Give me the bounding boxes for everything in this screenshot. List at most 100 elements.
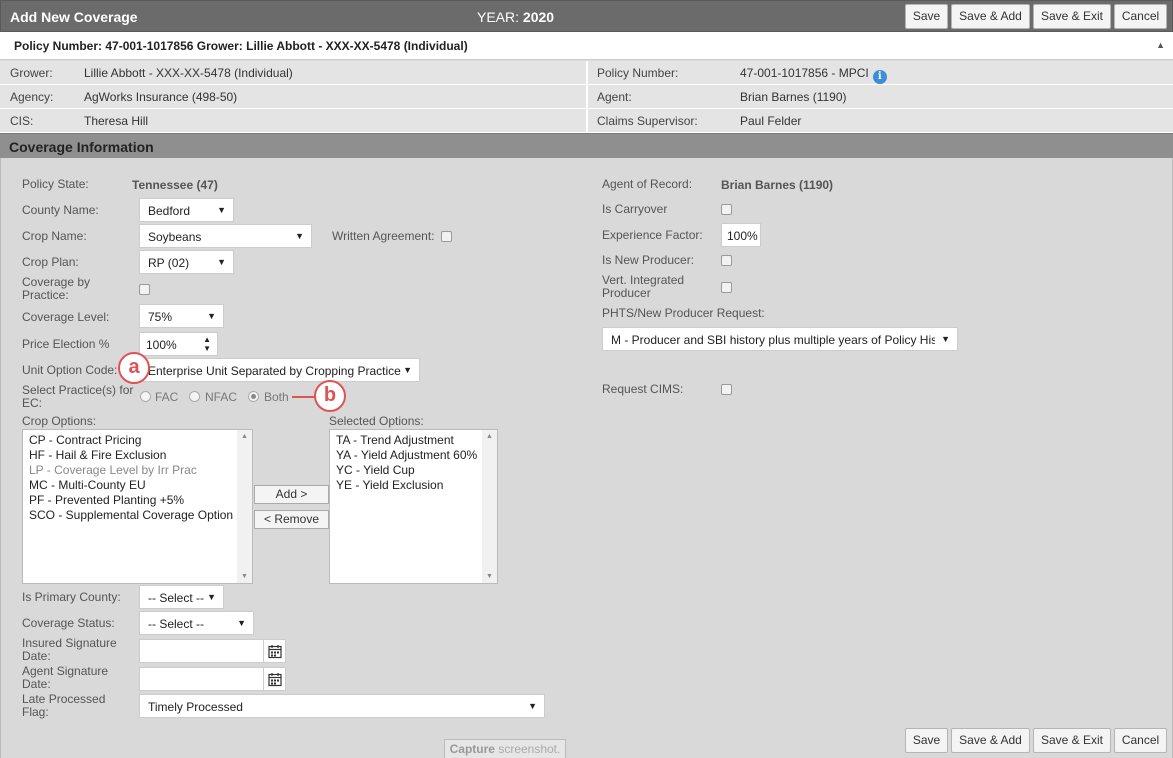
save-button[interactable]: Save <box>905 4 948 29</box>
page-title: Add New Coverage <box>10 9 138 25</box>
coverage-by-practice-checkbox[interactable] <box>139 284 150 295</box>
unit-option-code-select[interactable]: Enterprise Unit Separated by Cropping Pr… <box>139 358 420 382</box>
agent-signature-date-input[interactable] <box>139 667 264 691</box>
written-agreement-checkbox[interactable] <box>441 231 452 242</box>
capture-screenshot-button[interactable]: Capture screenshot. <box>444 739 566 758</box>
unit-option-code-label: Unit Option Code: <box>22 363 118 377</box>
chevron-down-icon: ▼ <box>207 311 216 321</box>
annotation-connector <box>292 396 316 398</box>
triangle-up-icon[interactable]: ▲ <box>1156 40 1165 50</box>
policy-summary-text: Policy Number: 47-001-1017856 Grower: Li… <box>14 39 468 53</box>
remove-option-button[interactable]: < Remove <box>254 510 329 529</box>
list-item[interactable]: PF - Prevented Planting +5% <box>29 493 184 507</box>
list-item[interactable]: CP - Contract Pricing <box>29 433 141 447</box>
save-add-button-bottom[interactable]: Save & Add <box>951 728 1030 753</box>
chevron-down-icon: ▼ <box>403 365 412 375</box>
request-cims-checkbox[interactable] <box>721 384 732 395</box>
agent-label: Agent: <box>597 90 632 104</box>
new-producer-label: Is New Producer: <box>602 253 695 267</box>
crop-name-label: Crop Name: <box>22 229 87 243</box>
list-item[interactable]: YE - Yield Exclusion <box>336 478 443 492</box>
carryover-checkbox[interactable] <box>721 204 732 215</box>
list-item[interactable]: YA - Yield Adjustment 60% <box>336 448 477 462</box>
crop-options-scrollbar[interactable]: ▲ ▼ <box>237 430 252 583</box>
list-item[interactable]: SCO - Supplemental Coverage Option <box>29 508 233 522</box>
spinner-icon[interactable]: ▲ ▼ <box>203 335 211 353</box>
new-producer-checkbox[interactable] <box>721 255 732 266</box>
annotation-marker-a: a <box>118 352 150 384</box>
chevron-down-icon: ▼ <box>217 257 226 267</box>
grower-value: Lillie Abbott - XXX-XX-5478 (Individual) <box>84 66 293 80</box>
insured-signature-date-input[interactable] <box>139 639 264 663</box>
experience-factor-input[interactable]: 100% <box>721 223 761 247</box>
price-election-stepper[interactable]: 100% ▲ ▼ <box>139 332 218 356</box>
cancel-button-bottom[interactable]: Cancel <box>1114 728 1167 753</box>
coverage-level-select[interactable]: 75% ▼ <box>139 304 224 328</box>
coverage-by-practice-label: Coverage by Practice: <box>22 275 91 302</box>
policy-number-value: 47-001-1017856 - MPCI i <box>740 66 887 84</box>
calendar-icon[interactable] <box>264 639 286 663</box>
claims-supervisor-label: Claims Supervisor: <box>597 114 698 128</box>
phts-request-label: PHTS/New Producer Request: <box>602 306 765 320</box>
grower-label: Grower: <box>10 66 53 80</box>
selected-options-label: Selected Options: <box>329 414 424 428</box>
save-button-bottom[interactable]: Save <box>905 728 948 753</box>
coverage-status-label: Coverage Status: <box>22 616 115 630</box>
agent-of-record-label: Agent of Record: <box>602 177 693 191</box>
list-item[interactable]: HF - Hail & Fire Exclusion <box>29 448 166 462</box>
practice-both-label: Both <box>264 390 289 404</box>
county-name-label: County Name: <box>22 203 99 217</box>
request-cims-label: Request CIMS: <box>602 382 684 396</box>
chevron-down-icon: ▼ <box>941 334 950 344</box>
primary-county-label: Is Primary County: <box>22 590 121 604</box>
list-item[interactable]: LP - Coverage Level by Irr Prac <box>29 463 197 477</box>
chevron-down-icon: ▼ <box>295 231 304 241</box>
agency-value: AgWorks Insurance (498-50) <box>84 90 238 104</box>
calendar-icon[interactable] <box>264 667 286 691</box>
chevron-down-icon: ▼ <box>528 701 537 711</box>
vert-integrated-checkbox[interactable] <box>721 282 732 293</box>
coverage-level-label: Coverage Level: <box>22 310 110 324</box>
info-row-cis: CIS: Theresa Hill Claims Supervisor: Pau… <box>0 109 1173 133</box>
late-processed-flag-select[interactable]: Timely Processed ▼ <box>139 694 545 718</box>
select-practice-label: Select Practice(s) for EC: <box>22 383 134 410</box>
policy-state-value: Tennessee (47) <box>132 178 218 192</box>
crop-plan-select[interactable]: RP (02) ▼ <box>139 250 234 274</box>
price-election-label: Price Election % <box>22 337 110 351</box>
coverage-status-select[interactable]: -- Select -- ▼ <box>139 611 254 635</box>
save-exit-button[interactable]: Save & Exit <box>1033 4 1111 29</box>
policy-summary-bar[interactable]: Policy Number: 47-001-1017856 Grower: Li… <box>0 32 1173 60</box>
chevron-down-icon: ▼ <box>207 592 216 602</box>
list-item[interactable]: YC - Yield Cup <box>336 463 415 477</box>
annotation-marker-b: b <box>314 380 346 412</box>
practice-radio-fac[interactable] <box>140 391 151 402</box>
practice-radio-nfac[interactable] <box>189 391 200 402</box>
vert-integrated-label: Vert. Integrated Producer <box>602 273 685 300</box>
phts-request-select[interactable]: M - Producer and SBI history plus multip… <box>602 327 958 351</box>
crop-options-list[interactable]: CP - Contract Pricing HF - Hail & Fire E… <box>22 429 253 584</box>
agency-label: Agency: <box>10 90 54 104</box>
agent-signature-date-label: Agent Signature Date: <box>22 664 109 691</box>
list-item[interactable]: MC - Multi-County EU <box>29 478 146 492</box>
practice-radio-both[interactable] <box>248 391 259 402</box>
cis-label: CIS: <box>10 114 34 128</box>
section-title: Coverage Information <box>9 139 154 155</box>
primary-county-select[interactable]: -- Select -- ▼ <box>139 585 224 609</box>
written-agreement-label: Written Agreement: <box>332 229 435 243</box>
experience-factor-label: Experience Factor: <box>602 228 703 242</box>
save-exit-button-bottom[interactable]: Save & Exit <box>1033 728 1111 753</box>
chevron-down-icon: ▼ <box>217 205 226 215</box>
selected-options-scrollbar[interactable]: ▲ ▼ <box>482 430 497 583</box>
save-add-button[interactable]: Save & Add <box>951 4 1030 29</box>
add-option-button[interactable]: Add > <box>254 485 329 504</box>
selected-options-list[interactable]: TA - Trend Adjustment YA - Yield Adjustm… <box>329 429 498 584</box>
cancel-button[interactable]: Cancel <box>1114 4 1167 29</box>
info-icon[interactable]: i <box>872 70 887 84</box>
crop-name-select[interactable]: Soybeans ▼ <box>139 224 312 248</box>
county-name-select[interactable]: Bedford ▼ <box>139 198 234 222</box>
info-row-grower: Grower: Lillie Abbott - XXX-XX-5478 (Ind… <box>0 61 1173 85</box>
year-indicator: YEAR: 2020 <box>477 9 555 25</box>
insured-signature-date-label: Insured Signature Date: <box>22 636 117 663</box>
list-item[interactable]: TA - Trend Adjustment <box>336 433 454 447</box>
info-row-agency: Agency: AgWorks Insurance (498-50) Agent… <box>0 85 1173 109</box>
